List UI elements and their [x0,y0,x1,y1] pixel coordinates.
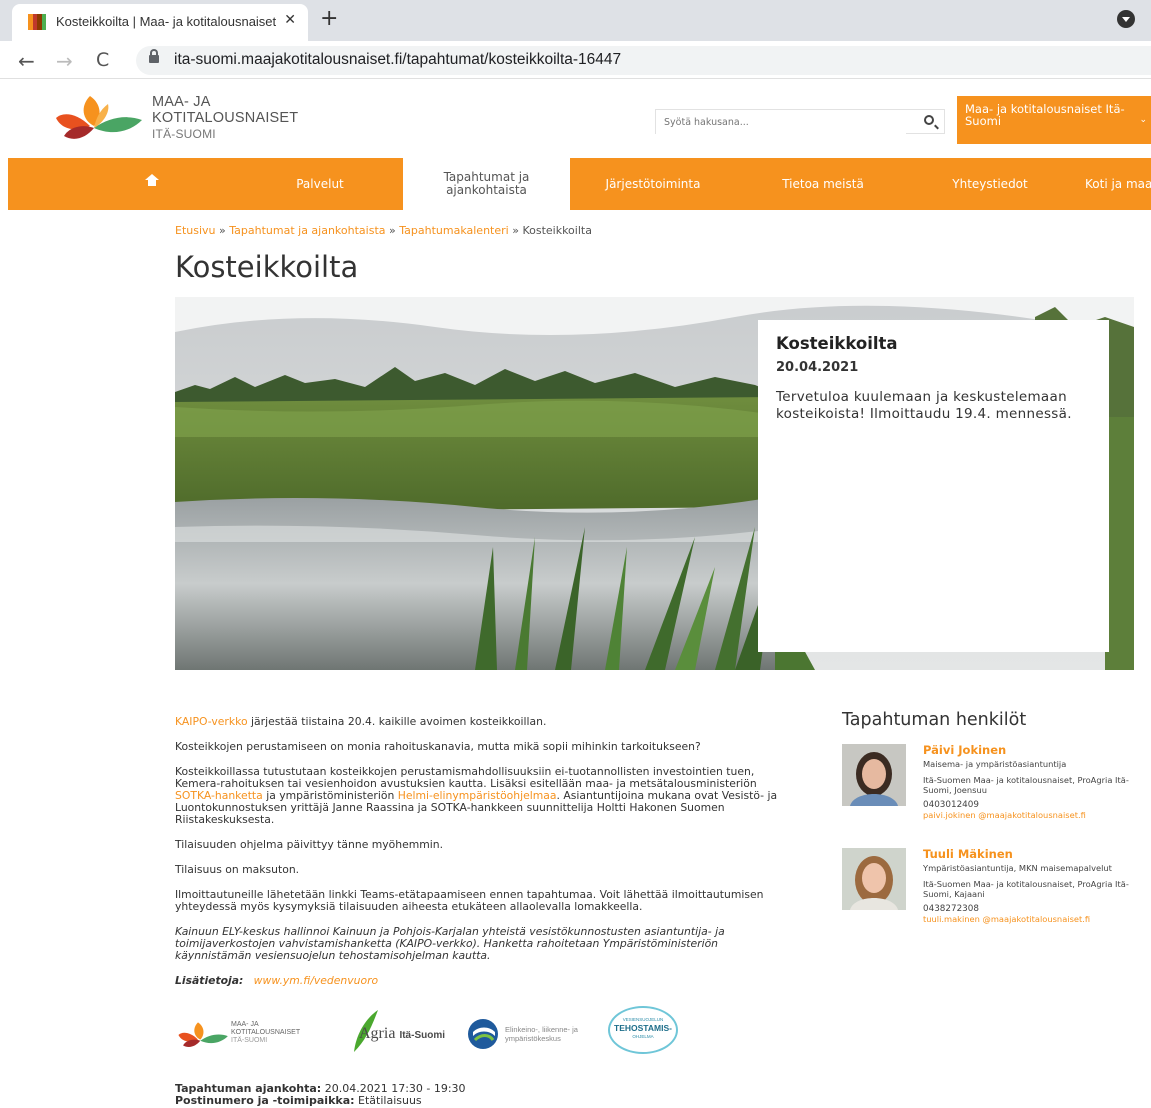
paragraph: KAIPO-verkko järjestää tiistaina 20.4. k… [175,716,790,728]
nav-item-jarjestotoiminta[interactable]: Järjestötoiminta [573,158,733,210]
kaipo-verkko-link[interactable]: KAIPO-verkko [175,715,248,728]
browser-tab[interactable]: Kosteikkoilta | Maa- ja kotitalousnaiset… [12,4,308,41]
teho-line: TEHOSTAMIS- [614,1023,672,1033]
browser-tab-bar: Kosteikkoilta | Maa- ja kotitalousnaiset… [0,0,1151,41]
teho-line: OHJELMA [632,1034,654,1039]
ely-line: Elinkeino-, liikenne- ja [505,1025,578,1034]
person-role: Maisema- ja ympäristöasiantuntija [923,759,1067,769]
mkn-line: ITÄ-SUOMI [231,1037,268,1044]
forward-button[interactable]: → [56,49,73,73]
event-card-description: Tervetuloa kuulemaan ja keskustelemaan k… [776,389,1072,422]
person-photo [842,744,906,806]
site-logo-icon[interactable] [50,92,144,144]
person-email-link[interactable]: paivi.jokinen @maajakotitalousnaiset.fi [923,810,1143,820]
page-title: Kosteikkoilta [175,250,359,284]
nav-item-palvelut[interactable]: Palvelut [240,158,400,210]
event-place: Postinumero ja -toimipaikka: Etätilaisuu… [175,1095,466,1107]
paragraph: Tilaisuus on maksuton. [175,863,300,876]
breadcrumb: Etusivu » Tapahtumat ja ajankohtaista » … [175,224,592,237]
home-icon[interactable] [145,174,159,189]
logo-line-1: MAA- JA [152,94,211,110]
search-input[interactable] [656,111,906,134]
breadcrumb-home-link[interactable]: Etusivu [175,224,216,237]
breadcrumb-events-link[interactable]: Tapahtumat ja ajankohtaista [229,224,385,237]
person-phone: 0438272308 [923,904,979,914]
agria-logo-text: Agria Itä-Suomi [359,1025,445,1043]
paragraph-text: Kosteikkoillassa tutustutaan kosteikkoje… [175,765,757,790]
person-phone: 0403012409 [923,800,979,810]
ym-link[interactable]: www.ym.fi/vedenvuoro [254,974,378,987]
region-select-label: Maa- ja kotitalousnaiset Itä-Suomi [965,102,1125,128]
search-icon[interactable] [924,115,934,125]
event-meta: Tapahtuman ajankohta: 20.04.2021 17:30 -… [175,1083,466,1107]
person-email-link[interactable]: tuuli.makinen @maajakotitalousnaiset.fi [923,914,1143,924]
site-logo-text[interactable]: MAA- JA KOTITALOUSNAISET ITÄ-SUOMI [152,94,298,142]
nav-item-koti-ja-maa[interactable]: Koti ja maa [1070,158,1151,210]
profile-menu-icon[interactable] [1117,10,1135,28]
event-summary-card: Kosteikkoilta 20.04.2021 Tervetuloa kuul… [758,320,1109,652]
ely-logo-text: Elinkeino-, liikenne- ja ympäristökeskus [505,1025,578,1043]
more-info: Lisätietoja: www.ym.fi/vedenvuoro [175,975,790,987]
paragraph: Kainuun ELY-keskus hallinnoi Kainuun ja … [175,925,725,962]
person-name[interactable]: Tuuli Mäkinen [923,848,1143,860]
event-description: KAIPO-verkko järjestää tiistaina 20.4. k… [175,716,790,1000]
event-place-value: Etätilaisuus [354,1094,422,1107]
nav-item-yhteystiedot[interactable]: Yhteystiedot [910,158,1070,210]
event-card-date: 20.04.2021 [776,360,859,375]
paragraph: Ilmoittautuneille lähetetään linkki Team… [175,888,764,913]
nav-item-tietoa-meista[interactable]: Tietoa meistä [743,158,903,210]
tab-title: Kosteikkoilta | Maa- ja kotitalousnaiset [56,14,276,29]
breadcrumb-calendar-link[interactable]: Tapahtumakalenteri [399,224,508,237]
tab-close-icon[interactable]: ✕ [284,12,296,28]
back-button[interactable]: ← [18,49,35,73]
event-place-label: Postinumero ja -toimipaikka: [175,1094,355,1107]
breadcrumb-separator: » [219,224,226,237]
logo-line-2: KOTITALOUSNAISET [152,110,299,126]
person-name[interactable]: Päivi Jokinen [923,744,1143,756]
url-field[interactable]: ita-suomi.maajakotitalousnaiset.fi/tapah… [136,46,1151,75]
search-form [655,109,945,134]
paragraph: Tilaisuuden ohjelma päivittyy tänne myöh… [175,838,444,851]
person-organization: Itä-Suomen Maa- ja kotitalousnaiset, Pro… [923,879,1129,899]
url-text[interactable]: ita-suomi.maajakotitalousnaiset.fi/tapah… [174,51,621,69]
event-card-title: Kosteikkoilta [776,334,898,353]
ely-line: ympäristökeskus [505,1034,561,1043]
paragraph-text: järjestää tiistaina 20.4. kaikille avoim… [247,715,547,728]
ely-logo-icon [468,1019,498,1049]
person-card: Päivi Jokinen Maisema- ja ympäristöasian… [842,744,1142,836]
partner-logos: MAA- JA KOTITALOUSNAISET ITÄ-SUOMI Agria… [175,1006,695,1056]
breadcrumb-separator: » [389,224,396,237]
mkn-logo-text: MAA- JA KOTITALOUSNAISET ITÄ-SUOMI [231,1021,300,1045]
more-info-label: Lisätietoja: [175,974,244,987]
reload-button[interactable]: C [96,49,109,71]
site-header: MAA- JA KOTITALOUSNAISET ITÄ-SUOMI Maa- … [0,80,1151,158]
breadcrumb-current: Kosteikkoilta [522,224,592,237]
chevron-down-icon: ⌄ [1139,115,1147,125]
teho-line: VESIENSUOJELUN [622,1017,664,1022]
paragraph: Kosteikkojen perustamiseen on monia raho… [175,740,701,753]
main-navigation: Palvelut Tapahtumat ja ajankohtaista Jär… [8,158,1151,210]
people-heading: Tapahtuman henkilöt [842,710,1027,730]
paragraph: Kosteikkoillassa tutustutaan kosteikkoje… [175,766,790,826]
mkn-logo-icon [178,1022,228,1047]
person-photo [842,848,906,910]
tehostamisohjelma-logo: VESIENSUOJELUN TEHOSTAMIS- OHJELMA [608,1006,678,1054]
person-organization: Itä-Suomen Maa- ja kotitalousnaiset, Pro… [923,775,1129,795]
person-info: Tuuli Mäkinen Ympäristöasiantuntija, MKN… [923,848,1143,924]
nav-item-tapahtumat[interactable]: Tapahtumat ja ajankohtaista [403,158,570,210]
mkn-line: MAA- JA [231,1021,259,1028]
person-role: Ympäristöasiantuntija, MKN maisemapalvel… [923,863,1112,873]
breadcrumb-separator: » [512,224,519,237]
new-tab-button[interactable]: + [320,6,338,31]
region-select[interactable]: Maa- ja kotitalousnaiset Itä-Suomi ⌄ [957,96,1151,144]
lock-icon[interactable] [149,49,159,63]
address-bar: ← → C ita-suomi.maajakotitalousnaiset.fi… [0,41,1151,79]
person-info: Päivi Jokinen Maisema- ja ympäristöasian… [923,744,1143,820]
mkn-line: KOTITALOUSNAISET [231,1029,301,1036]
logo-line-3: ITÄ-SUOMI [152,127,216,141]
person-card: Tuuli Mäkinen Ympäristöasiantuntija, MKN… [842,848,1142,940]
agria-region: Itä-Suomi [399,1030,445,1041]
agria-name: Agria [359,1025,396,1042]
site-favicon-icon [28,14,46,30]
